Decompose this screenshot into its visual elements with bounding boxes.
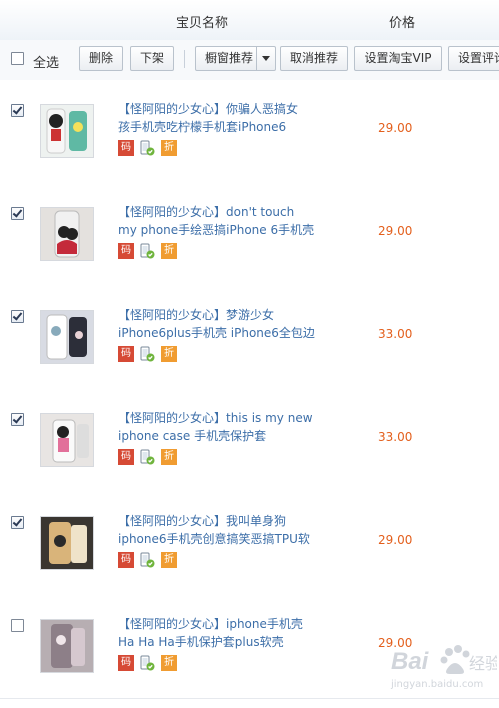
product-title-link[interactable]: 【怪阿阳的少女心】iphone手机壳 Ha Ha Ha手机保护套plus软壳 [118,615,318,651]
product-row: 【怪阿阳的少女心】梦游少女 iPhone6plus手机壳 iPhone6全包边码 折… [0,286,499,390]
mobile-verified-icon[interactable] [139,243,155,259]
product-title-line[interactable]: 【怪阿阳的少女心】你骗人恶搞女 [118,102,298,116]
product-price: 29.00 [378,636,413,650]
showcase-recommend-button[interactable]: 橱窗推荐 [195,46,276,71]
product-price: 29.00 [378,121,413,135]
mobile-verified-icon[interactable] [139,655,155,671]
row-select-checkbox[interactable] [11,310,24,323]
product-title-link[interactable]: 【怪阿阳的少女心】我叫单身狗 iphone6手机壳创意搞笑恶搞TPU软 [118,512,318,548]
select-all-checkbox[interactable] [11,52,24,65]
product-title-line[interactable]: Ha Ha Ha手机保护套plus软壳 [118,635,284,649]
row-select-checkbox[interactable] [11,619,24,632]
product-title-link[interactable]: 【怪阿阳的少女心】this is my new iphone case 手机壳保护… [118,409,318,445]
product-row: 【怪阿阳的少女心】你骗人恶搞女 孩手机壳吃柠檬手机套iPhone6 码 折 29.00 [0,80,499,184]
row-select-checkbox[interactable] [11,207,24,220]
product-title-line[interactable]: 【怪阿阳的少女心】我叫单身狗 [118,514,286,528]
code-badge-icon[interactable]: 码 [118,655,134,671]
row-select-checkbox[interactable] [11,104,24,117]
discount-badge-icon[interactable]: 折 [161,140,177,156]
mobile-verified-icon[interactable] [139,552,155,568]
product-title-line[interactable]: iPhone6plus手机壳 iPhone6全包边 [118,326,315,340]
showcase-recommend-label[interactable]: 橱窗推荐 [205,51,253,65]
discount-badge-icon[interactable]: 折 [161,449,177,465]
product-row: 【怪阿阳的少女心】don't touch my phone手绘恶搞iPhone 6… [0,183,499,287]
row-select-checkbox[interactable] [11,516,24,529]
product-title-line[interactable]: 【怪阿阳的少女心】this is my new [118,411,313,425]
code-badge-icon[interactable]: 码 [118,243,134,259]
product-title-line[interactable]: my phone手绘恶搞iPhone 6手机壳 [118,223,314,237]
discount-badge-icon[interactable]: 折 [161,655,177,671]
code-badge-icon[interactable]: 码 [118,140,134,156]
product-title-link[interactable]: 【怪阿阳的少女心】don't touch my phone手绘恶搞iPhone 6… [118,203,318,239]
product-title-line[interactable]: iphone6手机壳创意搞笑恶搞TPU软 [118,532,310,546]
product-title-line[interactable]: iphone case 手机壳保护套 [118,429,266,443]
product-title-line[interactable]: 【怪阿阳的少女心】don't touch [118,205,294,219]
product-thumbnail[interactable] [40,310,94,364]
code-badge-icon[interactable]: 码 [118,346,134,362]
product-title-link[interactable]: 【怪阿阳的少女心】梦游少女 iPhone6plus手机壳 iPhone6全包边 [118,306,318,342]
mobile-verified-icon[interactable] [139,346,155,362]
product-title-link[interactable]: 【怪阿阳的少女心】你骗人恶搞女 孩手机壳吃柠檬手机套iPhone6 [118,100,318,136]
product-thumbnail[interactable] [40,104,94,158]
row-select-checkbox[interactable] [11,413,24,426]
product-price: 33.00 [378,430,413,444]
column-header-price: 价格 [389,16,416,31]
product-price: 29.00 [378,224,413,238]
select-all-label[interactable]: 全选 [33,52,59,71]
code-badge-icon[interactable]: 码 [118,552,134,568]
product-price: 33.00 [378,327,413,341]
product-price: 29.00 [378,533,413,547]
product-row: 【怪阿阳的少女心】我叫单身狗 iphone6手机壳创意搞笑恶搞TPU软码 折 29.0… [0,492,499,596]
cancel-recommend-button[interactable]: 取消推荐 [280,46,348,71]
action-toolbar: 全选 删除 下架 橱窗推荐 取消推荐 设置淘宝VIP 设置评论 [0,40,499,81]
column-header-item-name: 宝贝名称 [176,16,229,31]
product-thumbnail[interactable] [40,516,94,570]
product-thumbnail[interactable] [40,413,94,467]
product-title-line[interactable]: 【怪阿阳的少女心】梦游少女 [118,308,274,322]
product-row: 【怪阿阳的少女心】iphone手机壳 Ha Ha Ha手机保护套plus软壳码 折 2… [0,595,499,699]
code-badge-icon[interactable]: 码 [118,449,134,465]
discount-badge-icon[interactable]: 折 [161,552,177,568]
product-thumbnail[interactable] [40,207,94,261]
set-taobao-vip-button[interactable]: 设置淘宝VIP [354,46,442,71]
set-review-button[interactable]: 设置评论 [448,46,499,71]
table-header: 宝贝名称 价格 [0,0,499,41]
mobile-verified-icon[interactable] [139,140,155,156]
product-title-line[interactable]: 【怪阿阳的少女心】iphone手机壳 [118,617,303,631]
product-title-line[interactable]: 孩手机壳吃柠檬手机套iPhone6 [118,120,286,134]
discount-badge-icon[interactable]: 折 [161,243,177,259]
discount-badge-icon[interactable]: 折 [161,346,177,362]
product-thumbnail[interactable] [40,619,94,673]
mobile-verified-icon[interactable] [139,449,155,465]
product-row: 【怪阿阳的少女心】this is my new iphone case 手机壳保护… [0,389,499,493]
chevron-down-icon[interactable] [256,47,275,70]
delist-button[interactable]: 下架 [130,46,174,71]
delete-button[interactable]: 删除 [79,46,123,71]
toolbar-divider [184,50,185,68]
